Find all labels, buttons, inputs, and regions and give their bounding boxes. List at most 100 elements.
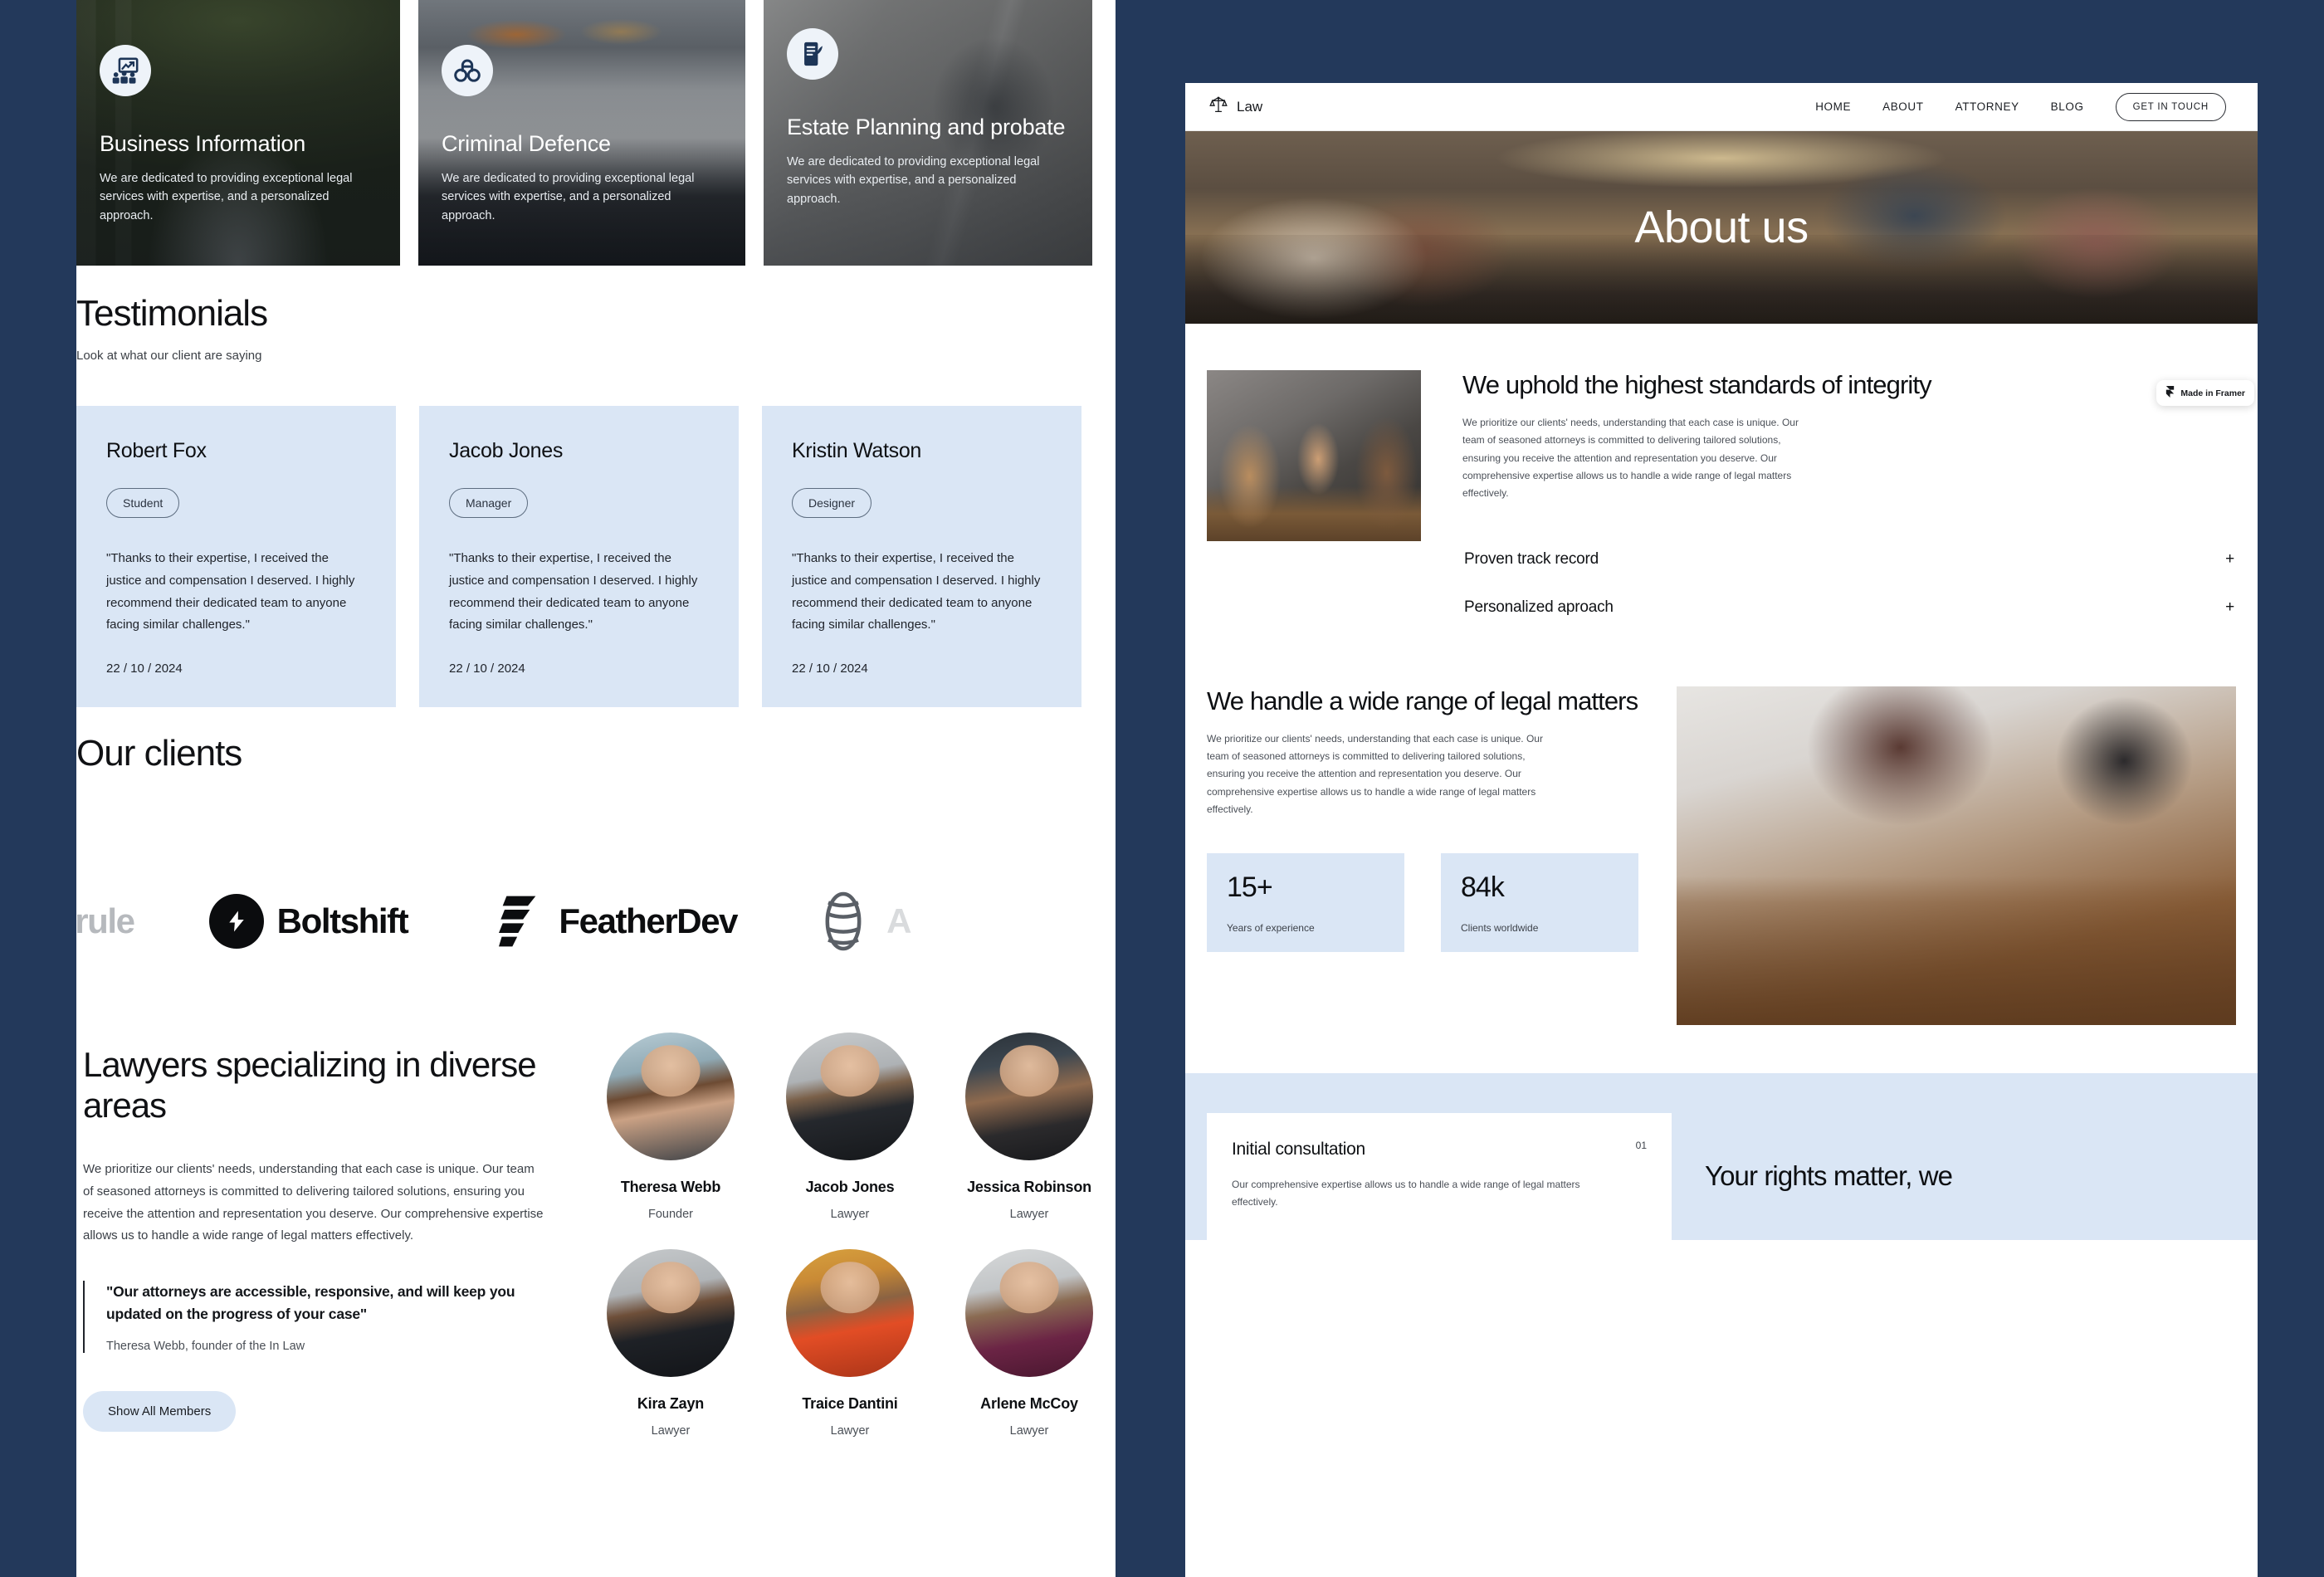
- sphere-lines-icon: [813, 891, 873, 951]
- site-navbar: Law HOME ABOUT ATTORNEY BLOG GET IN TOUC…: [1185, 83, 2258, 131]
- pullquote-text: "Our attorneys are accessible, responsiv…: [106, 1283, 515, 1322]
- team-member-role: Lawyer: [1009, 1424, 1049, 1438]
- left-screenshot-panel: Business Information We are dedicated to…: [76, 0, 1116, 1577]
- stats-row: 15+ Years of experience 84k Clients worl…: [1207, 852, 1638, 952]
- service-description: We are dedicated to providing exceptiona…: [442, 171, 695, 223]
- process-step-body: Our comprehensive expertise allows us to…: [1232, 1178, 1580, 1208]
- brand-logo[interactable]: Law: [1208, 95, 1262, 119]
- testimonial-card: Robert Fox Student "Thanks to their expe…: [76, 406, 396, 708]
- team-member-role: Lawyer: [651, 1424, 691, 1438]
- team-member-role: Lawyer: [830, 1424, 870, 1438]
- clients-section: Our clients herule Boltshift FeatherDev: [76, 733, 1116, 971]
- nav-link-about[interactable]: ABOUT: [1882, 100, 1924, 113]
- nav-link-home[interactable]: HOME: [1815, 100, 1851, 113]
- signed-document-pen-icon: [787, 28, 838, 80]
- team-grid: Theresa Webb Founder Jacob Jones Lawyer …: [584, 1033, 1116, 1466]
- nav-link-attorney[interactable]: ATTORNEY: [1955, 100, 2019, 113]
- team-member-name: Jacob Jones: [805, 1179, 895, 1195]
- testimonial-card: Kristin Watson Designer "Thanks to their…: [762, 406, 1081, 708]
- client-logo-label: Boltshift: [276, 901, 409, 941]
- plus-icon: +: [2225, 549, 2234, 568]
- process-step-card[interactable]: Initial consultation 01 Our comprehensiv…: [1207, 1112, 1672, 1241]
- integrity-paragraph: We prioritize our clients' needs, unders…: [1462, 417, 1799, 499]
- framer-badge-label: Made in Framer: [2180, 388, 2245, 398]
- team-member-role: Lawyer: [1009, 1208, 1049, 1221]
- lawyers-pullquote: "Our attorneys are accessible, responsiv…: [83, 1281, 584, 1354]
- service-title: Criminal Defence: [442, 131, 611, 156]
- testimonial-name: Kristin Watson: [792, 439, 922, 463]
- service-card-business-information[interactable]: Business Information We are dedicated to…: [76, 0, 400, 266]
- about-hero: About us: [1185, 131, 2258, 324]
- services-card-row: Business Information We are dedicated to…: [76, 0, 1116, 266]
- stat-label: Years of experience: [1227, 921, 1315, 934]
- process-step-number: 01: [1635, 1139, 1647, 1151]
- service-card-criminal-defence[interactable]: Criminal Defence We are dedicated to pro…: [418, 0, 745, 266]
- testimonial-role-badge: Designer: [792, 488, 872, 519]
- testimonial-card: Jacob Jones Manager "Thanks to their exp…: [419, 406, 739, 708]
- pullquote-author: Theresa Webb, founder of the In Law: [106, 1340, 305, 1354]
- testimonial-role-badge: Student: [106, 488, 180, 519]
- accordion-item-proven-track-record[interactable]: Proven track record +: [1462, 535, 2236, 583]
- handcuffs-icon: [442, 45, 493, 96]
- stat-value: 15+: [1227, 871, 1273, 903]
- process-step-title: Initial consultation: [1232, 1139, 1365, 1159]
- lawyers-paragraph: We prioritize our clients' needs, unders…: [83, 1162, 544, 1243]
- client-logo-label: herule: [76, 901, 135, 941]
- accordion-item-personalized-approach[interactable]: Personalized aproach +: [1462, 583, 2236, 632]
- stat-clients-worldwide: 84k Clients worldwide: [1441, 852, 1638, 952]
- lawyers-heading: Lawyers specializing in diverse areas: [83, 1045, 537, 1125]
- plus-icon: +: [2225, 598, 2234, 616]
- testimonials-subheading: Look at what our client are saying: [76, 349, 262, 364]
- testimonial-quote: "Thanks to their expertise, I received t…: [449, 551, 698, 632]
- team-member[interactable]: Traice Dantini Lawyer: [764, 1249, 936, 1438]
- stat-years-of-experience: 15+ Years of experience: [1207, 852, 1404, 952]
- scales-of-justice-icon: [1208, 95, 1228, 119]
- integrity-heading: We uphold the highest standards of integ…: [1462, 370, 1932, 399]
- avatar: [786, 1249, 914, 1377]
- team-member-name: Theresa Webb: [620, 1179, 721, 1195]
- client-logo-herule: herule: [76, 901, 135, 941]
- avatar: [607, 1249, 735, 1377]
- testimonials-section: Testimonials Look at what our client are…: [76, 293, 1116, 708]
- page-title: About us: [1634, 203, 1809, 252]
- service-description: We are dedicated to providing exceptiona…: [787, 154, 1040, 207]
- testimonial-date: 22 / 10 / 2024: [792, 662, 868, 676]
- team-member-role: Lawyer: [830, 1208, 870, 1221]
- team-member[interactable]: Jacob Jones Lawyer: [764, 1033, 936, 1221]
- client-logo-boltshift: Boltshift: [208, 894, 409, 950]
- testimonial-name: Jacob Jones: [449, 439, 564, 463]
- service-title: Business Information: [100, 131, 306, 156]
- clients-heading: Our clients: [76, 733, 242, 774]
- team-member[interactable]: Jessica Robinson Lawyer: [943, 1033, 1116, 1221]
- legal-matters-section: We handle a wide range of legal matters …: [1185, 632, 2258, 1025]
- team-member-name: Kira Zayn: [637, 1395, 705, 1412]
- get-in-touch-button[interactable]: GET IN TOUCH: [2115, 92, 2226, 121]
- client-logo-partial: A: [813, 891, 911, 951]
- made-in-framer-badge[interactable]: Made in Framer: [2156, 380, 2254, 406]
- team-member[interactable]: Theresa Webb Founder: [584, 1033, 757, 1221]
- team-member[interactable]: Arlene McCoy Lawyer: [943, 1249, 1116, 1438]
- service-card-estate-planning[interactable]: Estate Planning and probate We are dedic…: [764, 0, 1092, 266]
- client-logo-featherdev: FeatherDev: [499, 892, 739, 950]
- testimonial-quote: "Thanks to their expertise, I received t…: [792, 551, 1041, 632]
- testimonial-date: 22 / 10 / 2024: [106, 662, 183, 676]
- team-member[interactable]: Kira Zayn Lawyer: [584, 1249, 757, 1438]
- client-logo-label: A: [886, 901, 911, 941]
- nav-link-blog[interactable]: BLOG: [2051, 100, 2084, 113]
- law-books-desk-photo: [1677, 686, 2236, 1025]
- cta-heading: Your rights matter, we: [1705, 1160, 1953, 1192]
- service-description: We are dedicated to providing exceptiona…: [100, 171, 353, 223]
- testimonial-role-badge: Manager: [449, 488, 529, 519]
- show-all-members-button[interactable]: Show All Members: [83, 1391, 237, 1433]
- testimonial-name: Robert Fox: [106, 439, 207, 463]
- bolt-circle-icon: [208, 894, 264, 950]
- client-logo-label: FeatherDev: [559, 901, 738, 941]
- avatar: [786, 1033, 914, 1160]
- avatar: [607, 1033, 735, 1160]
- right-screenshot-panel: Law HOME ABOUT ATTORNEY BLOG GET IN TOUC…: [1185, 83, 2258, 1577]
- lawyers-section: Lawyers specializing in diverse areas We…: [76, 1033, 1116, 1466]
- matters-paragraph: We prioritize our clients' needs, unders…: [1207, 733, 1543, 815]
- avatar: [965, 1033, 1093, 1160]
- team-member-name: Arlene McCoy: [980, 1395, 1078, 1412]
- stat-value: 84k: [1461, 871, 1505, 903]
